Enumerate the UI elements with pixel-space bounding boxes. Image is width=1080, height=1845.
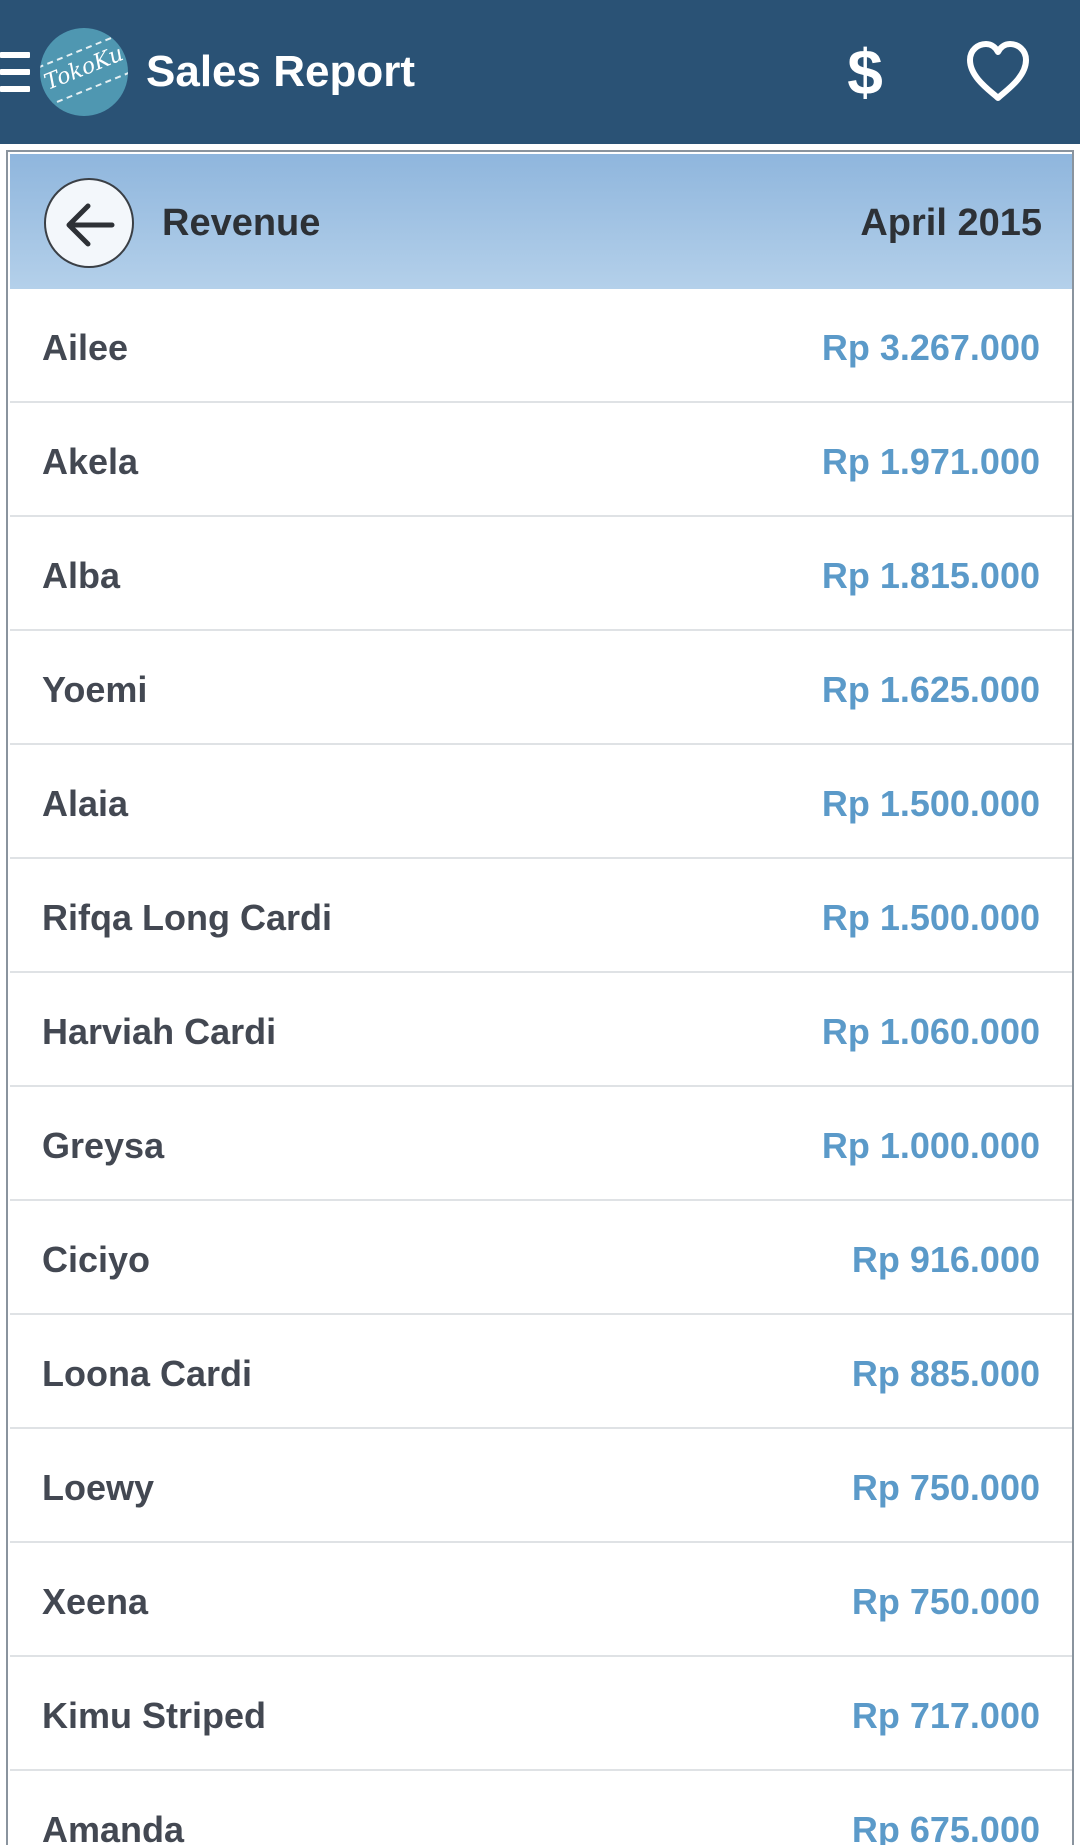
revenue-amount: Rp 1.815.000 xyxy=(821,555,1040,596)
product-name: Loona Cardi xyxy=(42,1353,253,1394)
product-name: Ciciyo xyxy=(42,1239,151,1280)
product-name: Alaia xyxy=(42,783,129,824)
revenue-amount: Rp 3.267.000 xyxy=(821,327,1040,368)
revenue-amount: Rp 885.000 xyxy=(851,1353,1040,1394)
list-item[interactable]: Amanda Rp 675.000 xyxy=(10,1771,1072,1845)
revenue-panel: Revenue April 2015 Ailee Rp 3.267.000 Ak… xyxy=(6,150,1074,1845)
revenue-amount: Rp 1.500.000 xyxy=(821,783,1040,824)
back-button[interactable] xyxy=(44,178,134,268)
product-name: Alba xyxy=(42,555,121,596)
list-item[interactable]: Greysa Rp 1.000.000 xyxy=(10,1087,1072,1201)
list-item[interactable]: Loewy Rp 750.000 xyxy=(10,1429,1072,1543)
app-logo[interactable]: TokoKu xyxy=(40,28,128,116)
list-item[interactable]: Alaia Rp 1.500.000 xyxy=(10,745,1072,859)
revenue-list: Ailee Rp 3.267.000 Akela Rp 1.971.000 Al… xyxy=(10,289,1072,1845)
product-name: Ailee xyxy=(42,327,129,368)
revenue-amount: Rp 717.000 xyxy=(851,1695,1040,1736)
list-item[interactable]: Ciciyo Rp 916.000 xyxy=(10,1201,1072,1315)
revenue-title: Revenue xyxy=(162,202,321,244)
list-item[interactable]: Harviah Cardi Rp 1.060.000 xyxy=(10,973,1072,1087)
revenue-amount: Rp 1.000.000 xyxy=(821,1125,1040,1166)
revenue-amount: Rp 750.000 xyxy=(851,1581,1040,1622)
revenue-amount: Rp 1.971.000 xyxy=(821,441,1040,482)
panel-header: Revenue April 2015 xyxy=(10,154,1072,289)
product-name: Yoemi xyxy=(42,669,148,710)
list-item[interactable]: Kimu Striped Rp 717.000 xyxy=(10,1657,1072,1771)
list-item[interactable]: Akela Rp 1.971.000 xyxy=(10,403,1072,517)
revenue-amount: Rp 1.625.000 xyxy=(821,669,1040,710)
arrow-left-icon xyxy=(66,203,115,247)
list-item[interactable]: Rifqa Long Cardi Rp 1.500.000 xyxy=(10,859,1072,973)
product-name: Kimu Striped xyxy=(42,1695,267,1736)
list-item[interactable]: Alba Rp 1.815.000 xyxy=(10,517,1072,631)
list-item[interactable]: Ailee Rp 3.267.000 xyxy=(10,289,1072,403)
list-item[interactable]: Loona Cardi Rp 885.000 xyxy=(10,1315,1072,1429)
period-label: April 2015 xyxy=(860,202,1042,244)
revenue-amount: Rp 1.500.000 xyxy=(821,897,1040,938)
revenue-amount: Rp 916.000 xyxy=(851,1239,1040,1280)
list-item[interactable]: Yoemi Rp 1.625.000 xyxy=(10,631,1072,745)
product-name: Harviah Cardi xyxy=(42,1011,277,1052)
revenue-amount: Rp 750.000 xyxy=(851,1467,1040,1508)
heart-icon[interactable] xyxy=(962,36,1034,108)
product-name: Amanda xyxy=(42,1809,185,1845)
revenue-amount: Rp 1.060.000 xyxy=(821,1011,1040,1052)
product-name: Greysa xyxy=(42,1125,165,1166)
list-item[interactable]: Xeena Rp 750.000 xyxy=(10,1543,1072,1657)
product-name: Rifqa Long Cardi xyxy=(42,897,332,938)
product-name: Akela xyxy=(42,441,139,482)
product-name: Xeena xyxy=(42,1581,149,1622)
dollar-icon[interactable]: $ xyxy=(840,34,890,110)
page-title: Sales Report xyxy=(146,47,415,96)
app-bar: TokoKu Sales Report $ xyxy=(0,0,1080,144)
product-name: Loewy xyxy=(42,1467,155,1508)
hamburger-menu-icon[interactable] xyxy=(0,50,30,94)
revenue-amount: Rp 675.000 xyxy=(851,1809,1040,1845)
